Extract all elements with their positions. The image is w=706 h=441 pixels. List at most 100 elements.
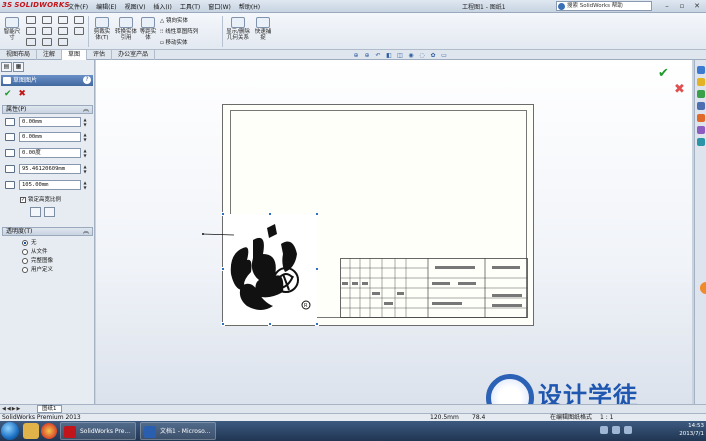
x-position-spinner[interactable]: ▲ ▼ bbox=[82, 117, 88, 127]
forum-icon[interactable] bbox=[697, 138, 705, 146]
line-icon[interactable] bbox=[26, 16, 36, 24]
resize-handle[interactable] bbox=[268, 212, 272, 216]
tray-volume-icon[interactable] bbox=[612, 426, 620, 434]
sketch-picture[interactable]: R bbox=[223, 214, 317, 324]
tab-office-products[interactable]: 办公室产品 bbox=[112, 50, 156, 60]
resize-handle[interactable] bbox=[315, 267, 319, 271]
sheet-nav-arrows-icon[interactable]: ◀◀▶▶ bbox=[2, 406, 21, 412]
file-explorer-icon[interactable] bbox=[697, 90, 705, 98]
angle-field[interactable]: 0.00度 bbox=[19, 148, 81, 158]
zoom-to-fit-icon[interactable]: ⊕ bbox=[352, 52, 360, 60]
explorer-icon[interactable] bbox=[23, 423, 39, 439]
flip-vertical-button[interactable] bbox=[44, 207, 55, 217]
spline-icon[interactable] bbox=[58, 16, 68, 24]
chrome-icon[interactable] bbox=[41, 423, 57, 439]
previous-view-icon[interactable]: ↶ bbox=[374, 52, 382, 60]
mirror-entities-button[interactable]: △ 镜向实体 bbox=[160, 16, 188, 24]
help-icon[interactable]: ? bbox=[83, 76, 91, 84]
convert-entities-button[interactable]: 转换实体引用 bbox=[115, 17, 137, 41]
tray-flag-icon[interactable] bbox=[624, 426, 632, 434]
flip-horizontal-button[interactable] bbox=[30, 207, 41, 217]
tab-sketch[interactable]: 草图 bbox=[62, 50, 88, 60]
x-position-field[interactable]: 0.00mm bbox=[19, 117, 81, 127]
resize-handle[interactable] bbox=[268, 322, 272, 326]
radio-from-file[interactable]: 从文件 bbox=[22, 247, 48, 255]
move-entities-button[interactable]: ▫ 移动实体 bbox=[160, 38, 188, 46]
width-spinner[interactable]: ▲ ▼ bbox=[82, 164, 88, 174]
height-spinner[interactable]: ▲ ▼ bbox=[82, 180, 88, 190]
rectangle-icon[interactable] bbox=[26, 27, 36, 35]
resize-handle[interactable] bbox=[315, 212, 319, 216]
confirm-corner-ok-icon[interactable]: ✔ bbox=[658, 66, 669, 81]
start-button-icon[interactable] bbox=[1, 422, 19, 440]
property-manager-tab-icon[interactable]: ▦ bbox=[13, 62, 24, 72]
height-field[interactable]: 105.00mm bbox=[19, 180, 81, 190]
angle-spinner[interactable]: ▲ ▼ bbox=[82, 148, 88, 158]
menu-file[interactable]: 文件(F) bbox=[64, 1, 92, 12]
resize-handle[interactable] bbox=[221, 267, 225, 271]
feedback-tab-icon[interactable] bbox=[700, 282, 706, 294]
offset-entities-button[interactable]: 等距实体 bbox=[139, 17, 157, 41]
menu-window[interactable]: 窗口(W) bbox=[204, 1, 235, 12]
custom-properties-icon[interactable] bbox=[697, 126, 705, 134]
y-position-field[interactable]: 0.00mm bbox=[19, 132, 81, 142]
fillet-icon[interactable] bbox=[74, 27, 84, 35]
section-view-icon[interactable]: ◧ bbox=[385, 52, 393, 60]
feature-manager-tab-icon[interactable]: ▤ bbox=[1, 62, 12, 72]
tab-annotation[interactable]: 注解 bbox=[37, 50, 63, 60]
width-field[interactable]: 95.46120609mm bbox=[19, 164, 81, 174]
ellipse-icon[interactable] bbox=[42, 38, 52, 46]
polygon-icon[interactable] bbox=[58, 27, 68, 35]
text-icon[interactable] bbox=[58, 38, 68, 46]
arc-icon[interactable] bbox=[42, 27, 52, 35]
appearance-icon[interactable]: ✿ bbox=[429, 52, 437, 60]
taskbar-solidworks-button[interactable]: SolidWorks Pre... bbox=[60, 422, 136, 440]
maximize-button[interactable]: ▫ bbox=[675, 1, 689, 11]
taskbar-word-button[interactable]: 文档1 - Microso... bbox=[140, 422, 216, 440]
scene-icon[interactable]: ▭ bbox=[440, 52, 448, 60]
minimize-button[interactable]: – bbox=[660, 1, 674, 11]
tray-clock[interactable]: 14:53 2013/7/1 bbox=[679, 422, 704, 438]
menu-insert[interactable]: 插入(I) bbox=[149, 1, 175, 12]
menu-tools[interactable]: 工具(T) bbox=[176, 1, 204, 12]
zoom-area-icon[interactable]: ⊕ bbox=[363, 52, 371, 60]
tab-evaluate[interactable]: 评估 bbox=[87, 50, 113, 60]
confirm-corner-cancel-icon[interactable]: ✖ bbox=[674, 82, 685, 97]
transparency-group-header[interactable]: 透明度(T) ︽ bbox=[2, 227, 93, 236]
menu-help[interactable]: 帮助(H) bbox=[235, 1, 264, 12]
point-icon[interactable] bbox=[74, 16, 84, 24]
resize-handle[interactable] bbox=[221, 322, 225, 326]
radio-user-defined[interactable]: 用户定义 bbox=[22, 265, 53, 273]
design-library-icon[interactable] bbox=[697, 78, 705, 86]
menu-view[interactable]: 视图(V) bbox=[121, 1, 150, 12]
cancel-button[interactable]: ✖ bbox=[18, 89, 26, 99]
radio-full-image[interactable]: 完整图像 bbox=[22, 256, 53, 264]
display-style-icon[interactable]: ◉ bbox=[407, 52, 415, 60]
help-search-input[interactable]: 搜索 SolidWorks 帮助 bbox=[556, 1, 652, 11]
tray-network-icon[interactable] bbox=[600, 426, 608, 434]
slot-icon[interactable] bbox=[26, 38, 36, 46]
smart-dimension-button[interactable]: 智能尺寸 bbox=[3, 17, 21, 41]
trim-entities-button[interactable]: 剪裁实体(T) bbox=[92, 17, 112, 41]
resize-handle[interactable] bbox=[315, 322, 319, 326]
view-palette-icon[interactable] bbox=[697, 102, 705, 110]
properties-group-header[interactable]: 属性(P) ︽ bbox=[2, 105, 93, 114]
linear-pattern-button[interactable]: ⁝⁝ 线性草图阵列 bbox=[160, 27, 198, 35]
circle-icon[interactable] bbox=[42, 16, 52, 24]
close-button[interactable]: ✕ bbox=[690, 1, 704, 11]
radio-none[interactable]: 无 bbox=[22, 238, 37, 246]
resize-handle[interactable] bbox=[221, 212, 225, 216]
tab-view-layout[interactable]: 视图布局 bbox=[0, 50, 38, 60]
hide-show-icon[interactable]: ◌ bbox=[418, 52, 426, 60]
display-relations-button[interactable]: 显示/删除几何关系 bbox=[226, 17, 250, 41]
solidworks-logo[interactable]: 3S SOLIDWORKS bbox=[2, 1, 70, 12]
lock-aspect-checkbox[interactable]: ✓ 锁定高宽比例 bbox=[20, 195, 61, 203]
quick-snaps-button[interactable]: 快速捕捉 bbox=[253, 17, 273, 41]
menu-edit[interactable]: 编辑(E) bbox=[92, 1, 120, 12]
view-orientation-icon[interactable]: ◫ bbox=[396, 52, 404, 60]
sheet-tab-1[interactable]: 图纸1 bbox=[37, 405, 62, 413]
y-position-spinner[interactable]: ▲ ▼ bbox=[82, 132, 88, 142]
ok-button[interactable]: ✔ bbox=[4, 89, 12, 99]
solidworks-resources-icon[interactable] bbox=[697, 66, 705, 74]
appearances-icon[interactable] bbox=[697, 114, 705, 122]
